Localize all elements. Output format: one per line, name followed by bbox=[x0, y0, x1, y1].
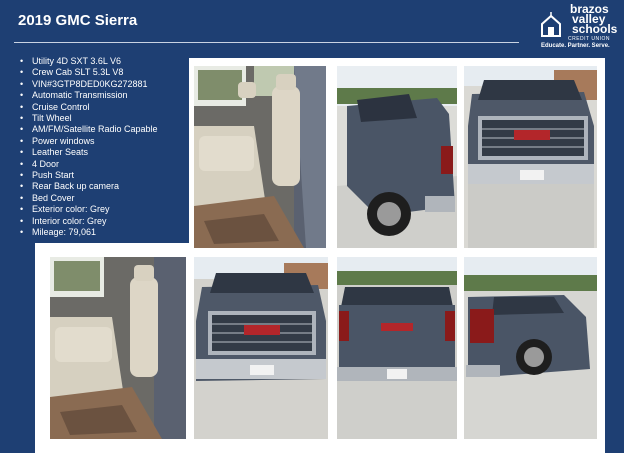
photo-rear-seat-interior-2 bbox=[50, 257, 186, 439]
photo-front-grille-view bbox=[464, 66, 597, 248]
spec-item: Tilt Wheel bbox=[20, 113, 158, 125]
spec-item: Utility 4D SXT 3.6L V6 bbox=[20, 56, 158, 68]
logo-tagline: Educate. Partner. Serve. bbox=[541, 43, 610, 49]
logo-text-credit-union: CREDIT UNION bbox=[568, 36, 611, 42]
spec-item: Cruise Control bbox=[20, 102, 158, 114]
spec-item: Crew Cab SLT 5.3L V8 bbox=[20, 67, 158, 79]
photo-rear-tailgate-view bbox=[337, 257, 457, 439]
spec-item: 4 Door bbox=[20, 159, 158, 171]
spec-item: Leather Seats bbox=[20, 147, 158, 159]
spec-item: Bed Cover bbox=[20, 193, 158, 205]
photo-rear-quarter-view bbox=[464, 257, 597, 439]
spec-item: Power windows bbox=[20, 136, 158, 148]
photo-rear-seat-interior bbox=[194, 66, 326, 248]
spec-item: Push Start bbox=[20, 170, 158, 182]
logo-text-schools: schools bbox=[572, 22, 618, 36]
spec-item: VIN#3GTP8DED0KG272881 bbox=[20, 79, 158, 91]
photo-side-rear-view bbox=[337, 66, 457, 248]
spec-item: Rear Back up camera bbox=[20, 181, 158, 193]
spec-item: AM/FM/Satellite Radio Capable bbox=[20, 124, 158, 136]
spec-item: Interior color: Grey bbox=[20, 216, 158, 228]
title-divider bbox=[14, 42, 519, 43]
page-title: 2019 GMC Sierra bbox=[18, 12, 138, 29]
spec-list: Utility 4D SXT 3.6L V6 Crew Cab SLT 5.3L… bbox=[20, 56, 158, 239]
photo-front-view bbox=[194, 257, 328, 439]
spec-item: Mileage: 79,061 bbox=[20, 227, 158, 239]
spec-item: Automatic Transmission bbox=[20, 90, 158, 102]
school-building-icon bbox=[541, 12, 561, 37]
spec-item: Exterior color: Grey bbox=[20, 204, 158, 216]
